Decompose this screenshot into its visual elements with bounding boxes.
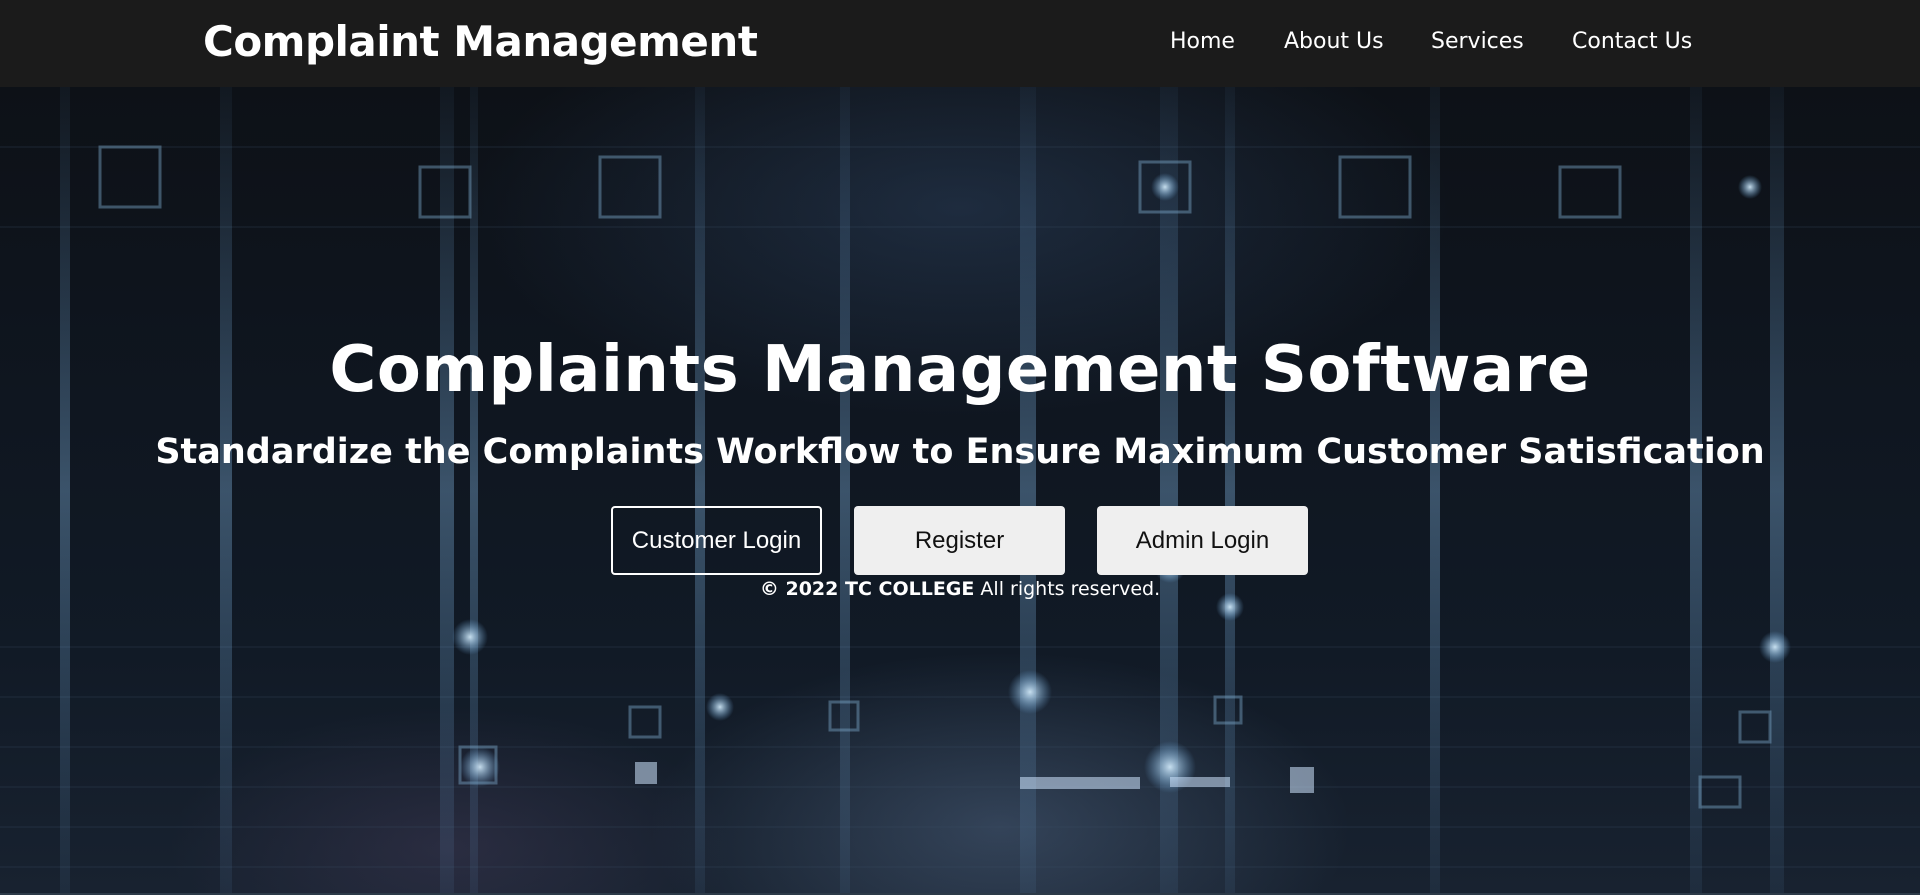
copyright-note: © 2022 TC COLLEGE All rights reserved.: [0, 576, 1920, 602]
register-button[interactable]: Register: [854, 506, 1065, 575]
copyright-owner: © 2022 TC COLLEGE: [759, 578, 975, 600]
nav-about-link[interactable]: About Us: [1284, 26, 1384, 58]
rights-text: All rights reserved.: [974, 578, 1161, 600]
page: Complaint Management Home About Us Servi…: [0, 0, 1920, 895]
customer-login-button[interactable]: Customer Login: [611, 506, 822, 575]
nav-home-link[interactable]: Home: [1170, 26, 1235, 58]
hero-subtitle: Standardize the Complaints Workflow to E…: [155, 432, 1765, 472]
admin-login-button[interactable]: Admin Login: [1097, 506, 1308, 575]
brand-title[interactable]: Complaint Management: [203, 14, 758, 70]
circuit-background-image: [0, 87, 1920, 895]
hero-title: Complaints Management Software: [329, 333, 1591, 407]
top-navbar: Complaint Management Home About Us Servi…: [0, 0, 1920, 87]
hero-section: Complaints Management Software Standardi…: [0, 87, 1920, 895]
nav-services-link[interactable]: Services: [1431, 26, 1524, 58]
nav-contact-link[interactable]: Contact Us: [1572, 26, 1692, 58]
